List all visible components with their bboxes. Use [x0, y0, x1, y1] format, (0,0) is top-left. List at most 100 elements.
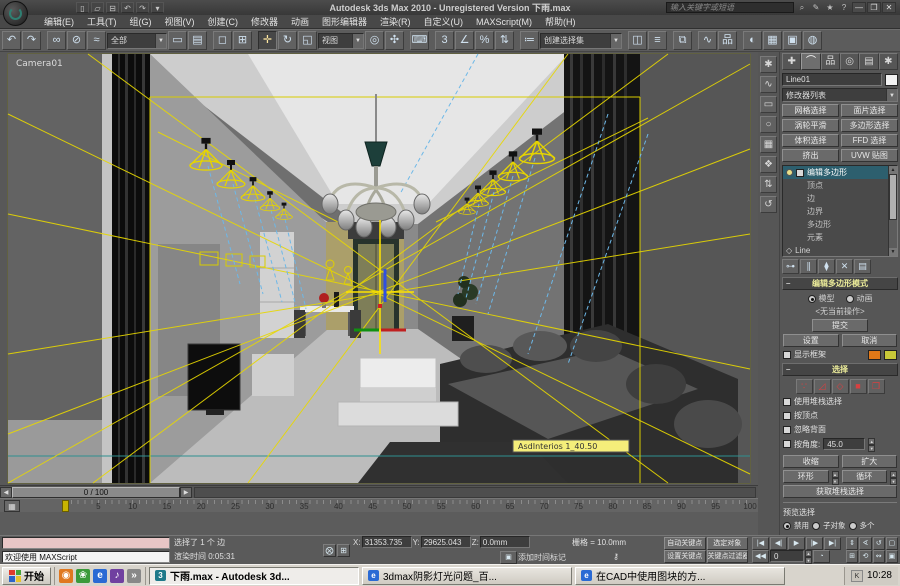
model-radio[interactable] [808, 295, 816, 303]
make-unique-icon[interactable]: ⧫ [818, 259, 835, 274]
track-bar-ruler[interactable]: 0510152025303540455055606570758085909510… [64, 499, 750, 512]
app-logo-icon[interactable] [3, 1, 28, 26]
show-cage-checkbox[interactable] [783, 351, 791, 359]
remove-modifier-icon[interactable]: ✕ [836, 259, 853, 274]
polygon-subobject-icon[interactable]: ■ [850, 379, 867, 394]
cage-color-swatch-2[interactable] [884, 350, 897, 360]
menu-item-视图(V)[interactable]: 视图(V) [159, 14, 201, 29]
quick-render-icon[interactable]: ◍ [803, 31, 822, 50]
settings-button[interactable]: 设置 [783, 334, 839, 347]
previous-frame-button[interactable]: ◀| [770, 537, 787, 550]
go-to-start-button[interactable]: |◀ [752, 537, 769, 550]
stack-item-编辑多边形[interactable]: 编辑多边形 [783, 166, 888, 179]
rollout-selection[interactable]: 选择 [782, 363, 898, 376]
undo-qat-icon[interactable]: ↶ [121, 2, 134, 13]
quick-launch-more-icon[interactable]: » [127, 569, 141, 583]
grow-button[interactable]: 扩大 [842, 455, 898, 468]
tab-motion[interactable]: ◎ [840, 53, 859, 70]
vertex-subobject-icon[interactable]: ∵ [796, 379, 813, 394]
menu-item-动画[interactable]: 动画 [285, 14, 315, 29]
dock-rotate-icon[interactable]: ↺ [760, 196, 777, 213]
ring-spinner[interactable]: ▲▼ [832, 471, 839, 483]
chevron-down-icon[interactable]: ▼ [610, 34, 621, 48]
track-bar[interactable]: ▦ 05101520253035404550556065707580859095… [0, 498, 758, 512]
scroll-thumb[interactable] [889, 174, 897, 220]
cage-color-swatch-1[interactable] [868, 350, 881, 360]
search-icon[interactable]: ⌕ [796, 2, 808, 13]
dolly-camera-icon[interactable]: ⇕ [846, 537, 858, 550]
select-and-manipulate-icon[interactable]: ✣ [385, 31, 404, 50]
quick-launch-media-icon[interactable]: ◉ [59, 569, 73, 583]
select-and-scale-icon[interactable]: ◱ [298, 31, 317, 50]
tab-utilities[interactable]: ✱ [879, 53, 898, 70]
dock-curve-icon[interactable]: ∿ [760, 76, 777, 93]
absolute-offset-icon[interactable]: ⊞ [337, 544, 350, 557]
element-subobject-icon[interactable]: ❒ [868, 379, 885, 394]
rollout-edit-poly-mode[interactable]: 编辑多边形模式 [782, 277, 898, 290]
time-back-arrow[interactable]: ◀ [0, 487, 12, 498]
dock-grid-icon[interactable]: ▦ [760, 136, 777, 153]
menu-item-创建(C)[interactable]: 创建(C) [202, 14, 245, 29]
zoom-extents-icon[interactable]: ▢ [886, 537, 898, 550]
minimize-button[interactable]: — [852, 2, 866, 13]
tab-create[interactable]: ✚ [782, 53, 801, 70]
quick-launch-mail-icon[interactable]: ♪ [110, 569, 124, 583]
scroll-up-icon[interactable]: ▲ [889, 166, 897, 174]
mirror-icon[interactable]: ◫ [628, 31, 647, 50]
rendered-frame-window-icon[interactable]: ▣ [783, 31, 802, 50]
tray-clock[interactable]: 10:28 [867, 570, 892, 581]
align-icon[interactable]: ≡ [648, 31, 667, 50]
modifier-stack[interactable]: 编辑多边形顶点边边界多边形元素◇Line ▲ ▼ [782, 165, 898, 257]
loop-spinner[interactable]: ▲▼ [890, 471, 897, 483]
redo-qat-icon[interactable]: ↷ [136, 2, 149, 13]
modifier-button-FFD 选择[interactable]: FFD 选择 [841, 134, 898, 147]
stack-item-元素[interactable]: 元素 [783, 231, 888, 244]
orbit-camera-icon[interactable]: ⟲ [859, 550, 871, 563]
shrink-button[interactable]: 收缩 [783, 455, 839, 468]
stack-item-多边形[interactable]: 多边形 [783, 218, 888, 231]
checkbox-按角度:[interactable] [783, 440, 791, 448]
select-and-link-icon[interactable]: ∞ [47, 31, 66, 50]
material-editor-icon[interactable]: ◐ [743, 31, 762, 50]
time-configuration-icon[interactable]: ◔ [813, 550, 830, 563]
select-by-name-icon[interactable]: ▤ [188, 31, 207, 50]
checkbox-使用堆栈选择[interactable] [783, 398, 791, 406]
edge-subobject-icon[interactable]: ◿ [814, 379, 831, 394]
tab-display[interactable]: ▤ [859, 53, 878, 70]
cancel-button[interactable]: 取消 [842, 334, 898, 347]
subscription-icon[interactable]: ✎ [810, 2, 822, 13]
stack-item-Line[interactable]: ◇Line [783, 244, 888, 257]
selection-filter-dropdown[interactable]: 全部▼ [107, 33, 167, 49]
border-subobject-icon[interactable]: ◇ [832, 379, 849, 394]
commit-button[interactable]: 提交 [812, 319, 868, 332]
maxscript-mini-listener[interactable]: 欢迎使用 MAXScript [0, 536, 172, 564]
taskbar-task-下雨.max - Autodesk 3d...[interactable]: 3下雨.max - Autodesk 3d... [149, 567, 359, 585]
dock-pattern-icon[interactable]: ❖ [760, 156, 777, 173]
y-coordinate-field[interactable]: 29625.043 [421, 536, 471, 548]
key-filters-button[interactable]: 关键点过滤器... [707, 550, 749, 563]
spin-down-icon[interactable]: ▼ [868, 445, 875, 452]
maximize-button[interactable]: ❐ [867, 2, 881, 13]
tray-ime-icon[interactable]: K [851, 570, 863, 582]
dock-snap-icon[interactable]: ✱ [760, 56, 777, 73]
pan-view-icon[interactable]: ↭ [873, 550, 885, 563]
menu-item-自定义(U)[interactable]: 自定义(U) [418, 14, 470, 29]
time-slider-track[interactable] [194, 487, 756, 498]
qat-options-icon[interactable]: ▾ [151, 2, 164, 13]
snap-toggle-icon[interactable]: 3 [435, 31, 454, 50]
chevron-down-icon[interactable]: ▼ [155, 34, 166, 48]
menu-item-MAXScript(M)[interactable]: MAXScript(M) [470, 16, 538, 28]
selection-lock-icon[interactable]: ⨂ [323, 544, 336, 557]
add-time-tag[interactable]: 添加时间标记 [518, 551, 566, 564]
help-icon[interactable]: ? [838, 2, 850, 13]
time-tag-icon[interactable]: ▣ [500, 551, 517, 564]
modifier-button-多边形选择[interactable]: 多边形选择 [841, 119, 898, 132]
menu-item-渲染(R)[interactable]: 渲染(R) [374, 14, 417, 29]
undo-icon[interactable]: ↶ [2, 31, 21, 50]
checkbox-按顶点[interactable] [783, 412, 791, 420]
rectangular-selection-region-icon[interactable]: ◻ [213, 31, 232, 50]
selected-set-dropdown[interactable]: 选定对象 [707, 537, 749, 550]
preview-radio-子对象[interactable] [812, 522, 820, 530]
new-file-icon[interactable]: ▯ [76, 2, 89, 13]
z-coordinate-field[interactable]: 0.0mm [480, 536, 530, 548]
